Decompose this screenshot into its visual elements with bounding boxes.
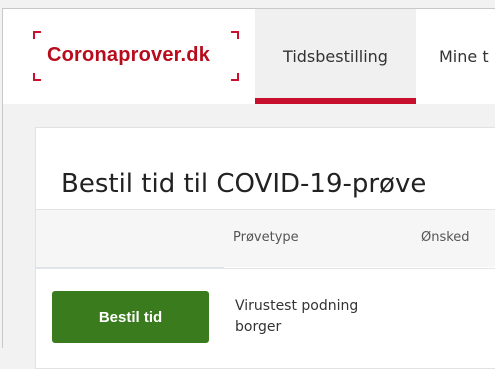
site-header: Coronaprover.dk Tidsbestilling Mine t <box>3 9 495 104</box>
site-logo[interactable]: Coronaprover.dk <box>33 31 239 81</box>
booking-card: Bestil tid til COVID-19-prøve Prøvetype … <box>35 127 495 369</box>
logo-bracket-icon <box>231 73 239 81</box>
logo-text: Coronaprover.dk <box>47 44 211 66</box>
browser-viewport: Coronaprover.dk Tidsbestilling Mine t Be… <box>2 8 495 369</box>
column-header-desired[interactable]: Ønsked <box>421 230 470 245</box>
column-header-test-type[interactable]: Prøvetype <box>233 230 299 245</box>
page-title: Bestil tid til COVID-19-prøve <box>61 169 427 200</box>
logo-bracket-icon <box>231 31 239 39</box>
tab-mine-tider[interactable]: Mine t <box>439 9 495 104</box>
logo-bracket-icon <box>33 73 41 81</box>
logo-bracket-icon <box>33 31 41 39</box>
book-appointment-button[interactable]: Bestil tid <box>52 291 209 343</box>
divider <box>36 268 495 269</box>
tab-tidsbestilling[interactable]: Tidsbestilling <box>255 9 416 104</box>
test-type-cell: Virustest podning borger <box>235 298 359 335</box>
table-header: Prøvetype Ønsked <box>36 210 495 267</box>
